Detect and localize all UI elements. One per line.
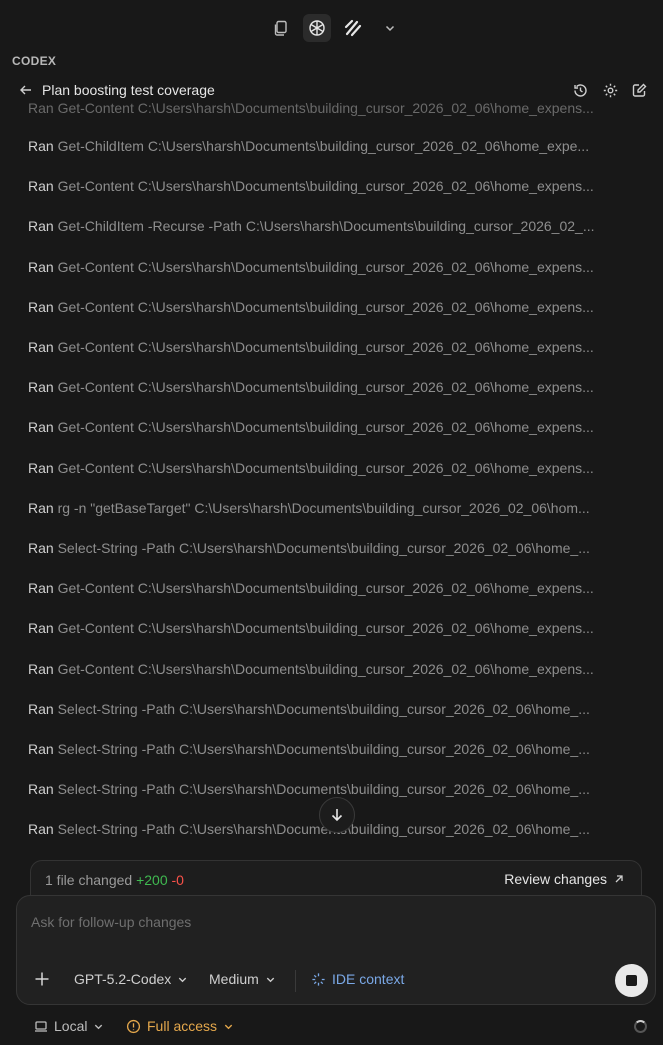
log-row-verb: Ran: [28, 178, 54, 195]
log-row-verb: Ran: [28, 781, 54, 798]
divider: [295, 970, 296, 992]
chevron-down-icon: [95, 1024, 103, 1029]
log-row-command: Get-Content C:\Users\harsh\Documents\bui…: [57, 419, 594, 436]
log-row-verb: Ran: [28, 580, 54, 597]
chevron-down-icon: [224, 1024, 233, 1029]
log-row[interactable]: Ran Get-Content C:\Users\harsh\Documents…: [28, 460, 608, 476]
add-button[interactable]: [34, 971, 50, 987]
log-row[interactable]: Ran Get-Content C:\Users\harsh\Documents…: [28, 661, 608, 677]
chevron-down-icon: [179, 977, 187, 982]
log-row-command: Select-String -Path C:\Users\harsh\Docum…: [57, 781, 590, 798]
additions-count: +200: [136, 872, 168, 888]
review-changes-button[interactable]: Review changes: [504, 871, 625, 887]
section-label: CODEX: [12, 54, 57, 68]
log-row-command: Get-Content C:\Users\harsh\Documents\bui…: [57, 580, 594, 597]
stop-icon: [626, 975, 637, 986]
scroll-to-bottom-button[interactable]: [319, 797, 355, 833]
log-row-verb: Ran: [28, 138, 54, 154]
log-row-verb: Ran: [28, 339, 54, 355]
sparkle-icon: [312, 972, 325, 986]
log-row[interactable]: Ran Get-Content C:\Users\harsh\Documents…: [28, 419, 608, 435]
access-selector[interactable]: Full access: [126, 1018, 234, 1034]
location-selector[interactable]: Local: [34, 1018, 104, 1034]
log-row-command: Select-String -Path C:\Users\harsh\Docum…: [57, 540, 590, 556]
log-row-verb: Ran: [28, 741, 54, 757]
files-changed-text: 1 file changed: [45, 872, 133, 888]
log-row-verb: Ran: [28, 620, 54, 637]
agent-logo-icon[interactable]: [339, 14, 367, 42]
chevron-down-icon[interactable]: [376, 14, 404, 42]
log-row-verb: Ran: [28, 821, 54, 838]
log-row-verb: Ran: [28, 218, 54, 235]
ide-context-label: IDE context: [332, 971, 405, 987]
ide-context-toggle[interactable]: IDE context: [311, 971, 404, 987]
log-row[interactable]: Ran Select-String -Path C:\Users\harsh\D…: [28, 540, 608, 556]
log-row[interactable]: Ran Select-String -Path C:\Users\harsh\D…: [28, 741, 608, 757]
log-row[interactable]: Ran Get-Content C:\Users\harsh\Documents…: [28, 178, 608, 194]
log-row[interactable]: Ran Select-String -Path C:\Users\harsh\D…: [28, 821, 608, 837]
log-row-command: Get-Content C:\Users\harsh\Documents\bui…: [57, 339, 594, 355]
arrow-down-icon: [331, 809, 343, 822]
log-row-command: Get-Content C:\Users\harsh\Documents\bui…: [57, 298, 594, 315]
log-row-command: Select-String -Path C:\Users\harsh\Docum…: [57, 741, 590, 757]
log-row-verb: Ran: [28, 298, 54, 315]
log-row[interactable]: Ran Select-String -Path C:\Users\harsh\D…: [28, 701, 608, 717]
log-row-command: Get-ChildItem -Recurse -Path C:\Users\ha…: [57, 218, 595, 235]
thread-title: Plan boosting test coverage: [42, 82, 215, 98]
log-row-command: Get-ChildItem C:\Users\harsh\Documents\b…: [57, 138, 590, 154]
top-icon-bar: [0, 14, 663, 44]
log-row-verb: Ran: [28, 499, 54, 516]
command-log[interactable]: Ran Get-Content C:\Users\harsh\Documents…: [0, 100, 663, 852]
location-label: Local: [54, 1018, 88, 1034]
log-row-command: Select-String -Path C:\Users\harsh\Docum…: [57, 700, 590, 717]
log-row[interactable]: Ran Get-Content C:\Users\harsh\Documents…: [28, 259, 608, 275]
changes-count: 1 file changed +200 -0: [45, 872, 184, 888]
log-row-verb: Ran: [28, 459, 54, 476]
log-row-command: Get-Content C:\Users\harsh\Documents\bui…: [57, 660, 594, 677]
warning-icon: [126, 1019, 141, 1033]
log-row-partial: Ran Get-Content C:\Users\harsh\Documents…: [28, 100, 594, 116]
spinner-icon: [634, 1020, 647, 1033]
log-row[interactable]: Ran Select-String -Path C:\Users\harsh\D…: [28, 781, 608, 797]
copy-icon[interactable]: [267, 14, 295, 42]
reasoning-label: Medium: [209, 971, 259, 987]
log-row-command: Get-Content C:\Users\harsh\Documents\bui…: [57, 379, 594, 396]
log-row-verb: Ran: [28, 258, 54, 275]
log-row-verb: Ran: [28, 419, 54, 436]
log-row-command: Get-Content C:\Users\harsh\Documents\bui…: [57, 459, 594, 476]
plus-icon: [35, 972, 49, 986]
log-row-verb: Ran: [28, 660, 54, 677]
laptop-icon: [35, 1021, 47, 1032]
log-row-command: Get-Content C:\Users\harsh\Documents\bui…: [57, 178, 594, 195]
model-label: GPT-5.2-Codex: [74, 971, 172, 987]
log-row[interactable]: Ran Get-Content C:\Users\harsh\Documents…: [28, 620, 608, 636]
log-row[interactable]: Ran Get-Content C:\Users\harsh\Documents…: [28, 339, 608, 355]
chevron-down-icon: [266, 977, 274, 982]
log-row[interactable]: Ran Get-Content C:\Users\harsh\Documents…: [28, 299, 608, 315]
model-selector[interactable]: GPT-5.2-Codex: [74, 971, 188, 987]
log-row-command: Get-Content C:\Users\harsh\Documents\bui…: [57, 620, 594, 637]
deletions-count: -0: [171, 872, 184, 888]
stop-button[interactable]: [615, 964, 648, 997]
review-changes-label: Review changes: [504, 871, 607, 887]
log-row[interactable]: Ran Get-ChildItem -Recurse -Path C:\User…: [28, 218, 608, 234]
log-row[interactable]: Ran Get-Content C:\Users\harsh\Documents…: [28, 580, 608, 596]
log-row[interactable]: Ran Get-Content C:\Users\harsh\Documents…: [28, 379, 608, 395]
log-row-verb: Ran: [28, 700, 54, 717]
external-arrow-icon: [615, 875, 623, 883]
reasoning-selector[interactable]: Medium: [209, 971, 276, 987]
log-row[interactable]: Ran Get-ChildItem C:\Users\harsh\Documen…: [28, 138, 608, 154]
log-row-verb: Ran: [28, 379, 54, 396]
log-row[interactable]: Ran rg -n "getBaseTarget" C:\Users\harsh…: [28, 500, 608, 516]
log-row-command: Get-Content C:\Users\harsh\Documents\bui…: [57, 258, 594, 275]
composer: Ask for follow-up changes GPT-5.2-Codex …: [16, 895, 656, 1005]
follow-up-input[interactable]: Ask for follow-up changes: [31, 914, 191, 930]
access-label: Full access: [147, 1018, 218, 1034]
log-row-verb: Ran: [28, 540, 54, 556]
log-row-command: rg -n "getBaseTarget" C:\Users\harsh\Doc…: [57, 499, 590, 516]
openai-logo-icon[interactable]: [303, 14, 331, 42]
